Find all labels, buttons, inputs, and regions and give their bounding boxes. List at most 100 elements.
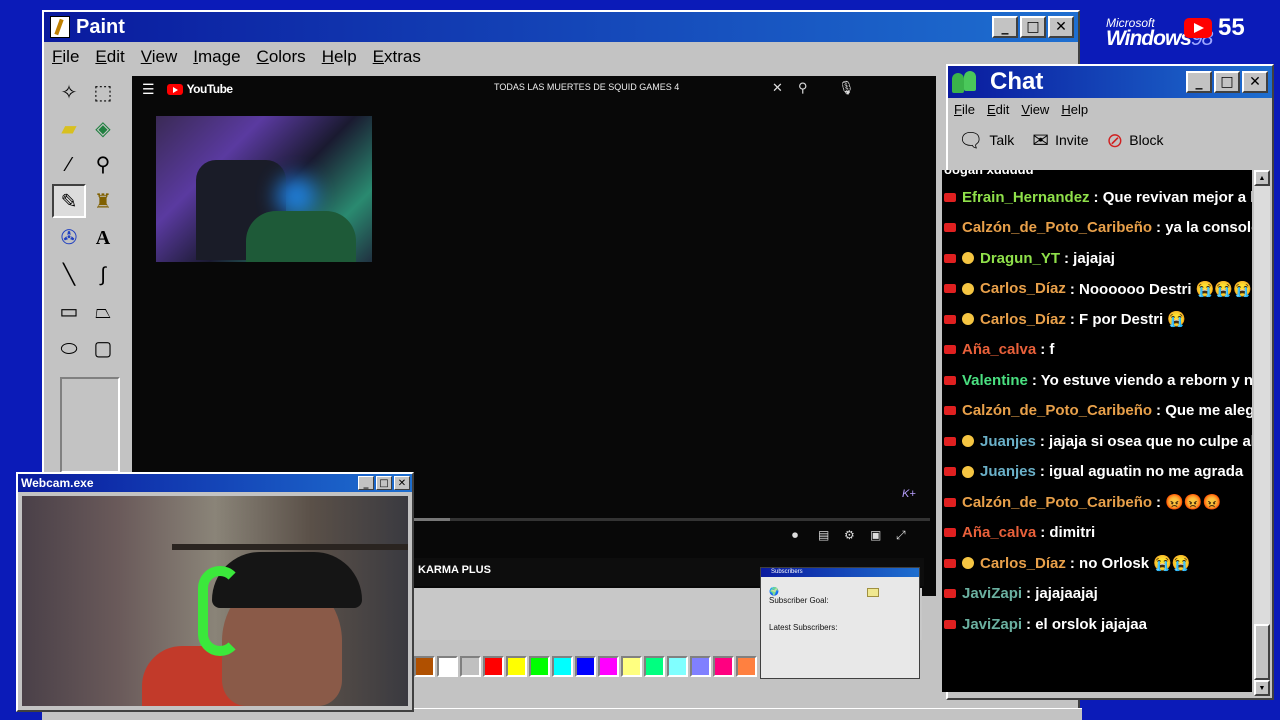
fullscreen-icon[interactable]: ⤢ xyxy=(896,528,906,543)
chat-username[interactable]: Carlos_Díaz xyxy=(980,311,1066,328)
chat-message: Juanjes: jajaja si osea que no culpe al … xyxy=(942,426,1252,457)
webcam-close-button[interactable]: ✕ xyxy=(394,476,410,490)
chat-message: Juanjes: igual aguatin no me agrada xyxy=(942,457,1252,488)
menu-image[interactable]: Image xyxy=(193,47,240,67)
eraser-icon[interactable]: ▰ xyxy=(52,111,86,145)
magnifier-icon[interactable]: ⚲ xyxy=(86,147,120,181)
line-icon[interactable]: ╲ xyxy=(52,257,86,291)
chat-titlebar[interactable]: Chat _ □ ✕ xyxy=(948,66,1272,98)
chat-maximize-button[interactable]: □ xyxy=(1214,71,1240,93)
palette-swatch[interactable] xyxy=(483,656,504,677)
youtube-source-icon xyxy=(944,589,956,599)
talk-button[interactable]: 🗨 Talk xyxy=(958,128,1014,153)
airbrush-icon[interactable]: ✇ xyxy=(52,220,86,254)
menu-edit[interactable]: Edit xyxy=(95,47,124,67)
chat-username[interactable]: Carlos_Díaz xyxy=(980,280,1066,297)
chat-username[interactable]: Juanjes xyxy=(980,463,1036,480)
menu-extras[interactable]: Extras xyxy=(373,47,421,67)
chat-menu-view[interactable]: View xyxy=(1021,102,1049,117)
chat-username[interactable]: Calzón_de_Poto_Caribeño xyxy=(962,402,1152,419)
palette-swatch[interactable] xyxy=(414,656,435,677)
search-icon[interactable]: ⚲ xyxy=(798,80,808,96)
chat-username[interactable]: Aña_calva xyxy=(962,524,1036,541)
color-picker-icon[interactable]: ⁄ xyxy=(52,148,86,182)
chat-username[interactable]: Juanjes xyxy=(980,433,1036,450)
menu-file[interactable]: File xyxy=(52,47,79,67)
autoplay-toggle-icon[interactable]: ⏺ xyxy=(792,528,798,543)
scroll-down-icon[interactable]: ▼ xyxy=(1254,680,1270,696)
chat-username[interactable]: Carlos_Díaz xyxy=(980,555,1066,572)
chat-username[interactable]: Efrain_Hernandez xyxy=(962,189,1090,206)
rectangle-icon[interactable]: ▭ xyxy=(52,294,86,328)
minimize-button[interactable]: _ xyxy=(992,16,1018,38)
palette-swatch[interactable] xyxy=(460,656,481,677)
brush-icon[interactable]: ♜ xyxy=(86,184,120,218)
subtitles-icon[interactable]: ▤ xyxy=(818,528,829,542)
pencil-icon[interactable]: ✎ xyxy=(52,184,86,218)
chat-username[interactable]: Aña_calva xyxy=(962,341,1036,358)
chat-username[interactable]: Calzón_de_Poto_Caribeño xyxy=(962,219,1152,236)
chat-message: Aña_calva: dimitri xyxy=(942,518,1252,549)
palette-swatch[interactable] xyxy=(621,656,642,677)
palette-swatch[interactable] xyxy=(506,656,527,677)
chat-menu-file[interactable]: File xyxy=(954,102,975,117)
youtube-search-input[interactable]: TODAS LAS MUERTES DE SQUID GAMES 4 xyxy=(494,82,679,92)
chat-title: Chat xyxy=(990,68,1044,95)
paint-titlebar[interactable]: Paint _ □ ✕ xyxy=(44,12,1078,42)
scroll-up-icon[interactable]: ▲ xyxy=(1254,170,1270,186)
invite-button[interactable]: ✉ Invite xyxy=(1032,128,1088,153)
webcam-titlebar[interactable]: Webcam.exe _ □ ✕ xyxy=(18,474,412,492)
chat-text: : jajaja si osea que no culpe al ju xyxy=(1039,432,1252,450)
chat-username[interactable]: Valentine xyxy=(962,372,1028,389)
palette-swatch[interactable] xyxy=(736,656,757,677)
chat-username[interactable]: Calzón_de_Poto_Caribeño xyxy=(962,494,1152,511)
webcam-maximize-button[interactable]: □ xyxy=(376,476,392,490)
tool-options-box[interactable] xyxy=(60,377,120,473)
webcam-minimize-button[interactable]: _ xyxy=(358,476,374,490)
chat-username[interactable]: Dragun_YT xyxy=(980,250,1060,267)
palette-swatch[interactable] xyxy=(667,656,688,677)
text-icon[interactable]: A xyxy=(86,221,120,255)
miniplayer-icon[interactable]: ▣ xyxy=(870,528,881,542)
rounded-rect-icon[interactable]: ▢ xyxy=(86,331,120,365)
youtube-logo[interactable]: YouTube xyxy=(166,82,233,96)
menu-help[interactable]: Help xyxy=(322,47,357,67)
chat-close-button[interactable]: ✕ xyxy=(1242,71,1268,93)
palette-swatch[interactable] xyxy=(713,656,734,677)
chat-minimize-button[interactable]: _ xyxy=(1186,71,1212,93)
rect-select-icon[interactable]: ⬚ xyxy=(86,75,120,109)
polygon-icon[interactable]: ⏢ xyxy=(86,295,120,329)
chat-username[interactable]: JaviZapi xyxy=(962,585,1022,602)
settings-gear-icon[interactable]: ⚙ xyxy=(844,528,855,542)
chat-text: : ya la consolé xyxy=(1156,219,1252,237)
chat-username[interactable]: JaviZapi xyxy=(962,616,1022,633)
palette-swatch[interactable] xyxy=(644,656,665,677)
menu-view[interactable]: View xyxy=(141,47,178,67)
chat-message: JaviZapi: jajajaajaj xyxy=(942,579,1252,610)
block-button[interactable]: ⊘ Block xyxy=(1107,128,1164,153)
palette-swatch[interactable] xyxy=(437,656,458,677)
menu-colors[interactable]: Colors xyxy=(257,47,306,67)
video-thumbnail-webcam xyxy=(156,116,372,262)
member-badge-icon xyxy=(962,252,974,265)
ellipse-icon[interactable]: ⬭ xyxy=(52,332,86,366)
curve-icon[interactable]: ∫ xyxy=(86,258,120,292)
clear-search-icon[interactable]: ✕ xyxy=(772,80,783,96)
maximize-button[interactable]: □ xyxy=(1020,16,1046,38)
fill-icon[interactable]: ◈ xyxy=(86,111,120,145)
chat-menu-help[interactable]: Help xyxy=(1061,102,1088,117)
chat-menu-edit[interactable]: Edit xyxy=(987,102,1009,117)
microphone-icon[interactable]: 🎙 xyxy=(838,80,855,96)
hamburger-menu-icon[interactable]: ☰ xyxy=(142,81,155,98)
close-button[interactable]: ✕ xyxy=(1048,16,1074,38)
palette-swatch[interactable] xyxy=(575,656,596,677)
chat-message: Carlos_Díaz: F por Destri 😭 xyxy=(942,304,1252,335)
palette-swatch[interactable] xyxy=(598,656,619,677)
palette-swatch[interactable] xyxy=(529,656,550,677)
scroll-thumb[interactable] xyxy=(1254,624,1270,680)
palette-swatch[interactable] xyxy=(690,656,711,677)
palette-swatch[interactable] xyxy=(552,656,573,677)
chat-scrollbar[interactable]: ▲ ▼ xyxy=(1254,170,1270,696)
free-select-icon[interactable]: ✧ xyxy=(52,75,86,109)
color-palette xyxy=(414,656,757,677)
